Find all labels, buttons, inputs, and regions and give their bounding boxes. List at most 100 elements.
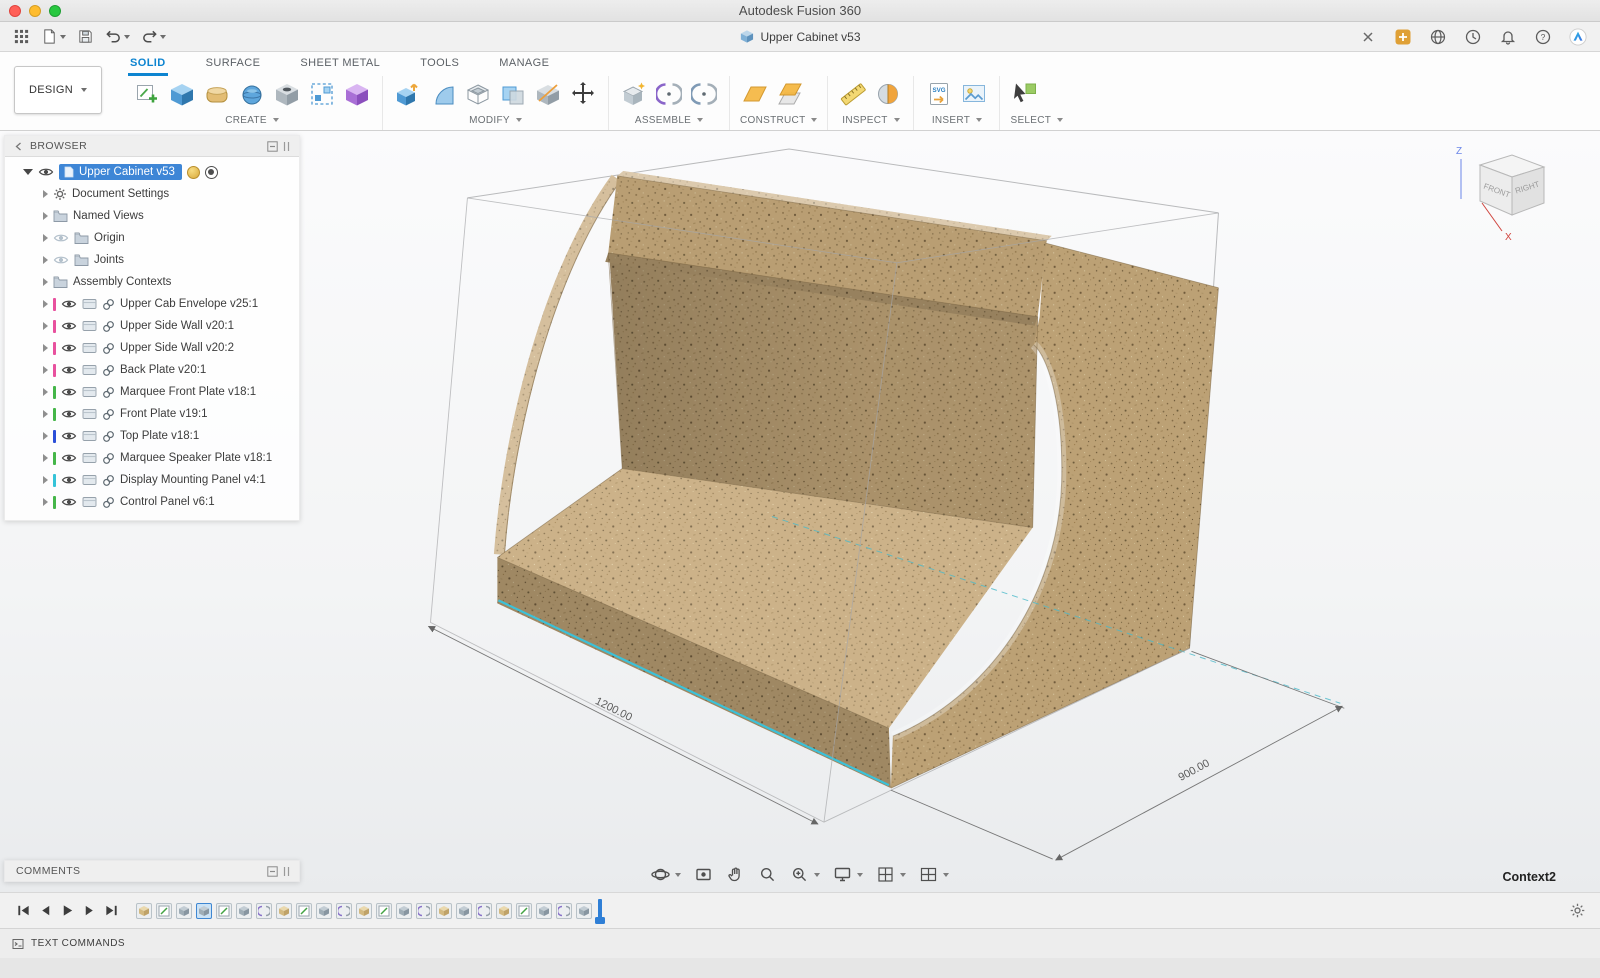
- construction-plane-button[interactable]: [740, 79, 770, 109]
- expand-caret-icon[interactable]: [43, 256, 48, 264]
- viewports-button[interactable]: [919, 865, 949, 884]
- timeline-feature-17-feature[interactable]: [456, 903, 472, 919]
- browser-item-control-panel-v6-1[interactable]: Control Panel v6:1: [5, 491, 299, 513]
- expand-caret-icon[interactable]: [43, 410, 48, 418]
- appbar-notifications-button[interactable]: [1496, 26, 1520, 48]
- model-cabinet[interactable]: [497, 171, 1340, 788]
- timeline-feature-3-feature[interactable]: [176, 903, 192, 919]
- appbar-help-button[interactable]: ?: [1531, 26, 1555, 48]
- fit-button[interactable]: [790, 865, 820, 884]
- visibility-eye-icon[interactable]: [61, 364, 77, 376]
- timeline-feature-5-sketch[interactable]: [216, 903, 232, 919]
- timeline-feature-21-feature[interactable]: [536, 903, 552, 919]
- fillet-button[interactable]: [428, 79, 458, 109]
- create-form-button[interactable]: [202, 79, 232, 109]
- minimize-window-button[interactable]: [29, 5, 41, 17]
- expand-caret-icon[interactable]: [43, 388, 48, 396]
- timeline-feature-15-joint[interactable]: [416, 903, 432, 919]
- view-cube[interactable]: Z FRONT RIGHT X: [1450, 141, 1562, 245]
- timeline-feature-7-joint[interactable]: [256, 903, 272, 919]
- as-built-joint-button[interactable]: [689, 79, 719, 109]
- visibility-eye-icon[interactable]: [61, 408, 77, 420]
- timeline-feature-22-joint[interactable]: [556, 903, 572, 919]
- zoom-window-button[interactable]: [49, 5, 61, 17]
- group-label-assemble[interactable]: ASSEMBLE: [619, 112, 719, 128]
- timeline-feature-6-feature[interactable]: [236, 903, 252, 919]
- split-body-button[interactable]: [533, 79, 563, 109]
- timeline-step-back-button[interactable]: [34, 900, 56, 922]
- group-label-modify[interactable]: MODIFY: [393, 112, 598, 128]
- extrude-button[interactable]: [167, 79, 197, 109]
- timeline-step-forward-button[interactable]: [78, 900, 100, 922]
- browser-item-display-mounting-panel-v4-1[interactable]: Display Mounting Panel v4:1: [5, 469, 299, 491]
- tab-sheet-metal[interactable]: SHEET METAL: [298, 57, 382, 76]
- press-pull-button[interactable]: [393, 79, 423, 109]
- visibility-eye-icon[interactable]: [61, 320, 77, 332]
- zoom-button[interactable]: [758, 865, 777, 884]
- browser-item-origin[interactable]: Origin: [5, 227, 299, 249]
- tab-tools[interactable]: TOOLS: [418, 57, 461, 76]
- appbar-job-status-button[interactable]: [1461, 26, 1485, 48]
- move-copy-button[interactable]: [568, 79, 598, 109]
- joint-button[interactable]: [654, 79, 684, 109]
- expand-caret-icon[interactable]: [43, 190, 48, 198]
- browser-item-upper-side-wall-v20-1[interactable]: Upper Side Wall v20:1: [5, 315, 299, 337]
- new-component-button[interactable]: [619, 79, 649, 109]
- timeline-feature-13-sketch[interactable]: [376, 903, 392, 919]
- qat-file-menu-button[interactable]: [38, 26, 69, 47]
- timeline-feature-4-feature[interactable]: [196, 903, 212, 919]
- revolve-button[interactable]: [237, 79, 267, 109]
- timeline-feature-8-component[interactable]: [276, 903, 292, 919]
- browser-root-item[interactable]: Upper Cabinet v53: [5, 161, 299, 183]
- browser-item-marquee-front-plate-v18-1[interactable]: Marquee Front Plate v18:1: [5, 381, 299, 403]
- offset-plane-button[interactable]: [775, 79, 805, 109]
- visibility-eye-icon[interactable]: [61, 452, 77, 464]
- appbar-profile-button[interactable]: [1566, 26, 1590, 48]
- timeline-feature-20-sketch[interactable]: [516, 903, 532, 919]
- browser-item-document-settings[interactable]: Document Settings: [5, 183, 299, 205]
- qat-save-button[interactable]: [74, 26, 97, 47]
- browser-item-assembly-contexts[interactable]: Assembly Contexts: [5, 271, 299, 293]
- timeline-feature-10-feature[interactable]: [316, 903, 332, 919]
- activate-component-radio[interactable]: [205, 166, 218, 179]
- active-document-pill[interactable]: Upper Cabinet v53: [59, 164, 182, 180]
- timeline-feature-11-joint[interactable]: [336, 903, 352, 919]
- timeline-position-marker[interactable]: [598, 899, 602, 923]
- document-tab[interactable]: Upper Cabinet v53: [739, 22, 860, 51]
- group-label-select[interactable]: SELECT: [1010, 112, 1063, 128]
- group-label-construct[interactable]: CONSTRUCT: [740, 112, 817, 128]
- comments-panel[interactable]: COMMENTS: [4, 860, 300, 882]
- browser-item-front-plate-v19-1[interactable]: Front Plate v19:1: [5, 403, 299, 425]
- timeline-feature-1-component[interactable]: [136, 903, 152, 919]
- browser-item-upper-side-wall-v20-2[interactable]: Upper Side Wall v20:2: [5, 337, 299, 359]
- browser-item-top-plate-v18-1[interactable]: Top Plate v18:1: [5, 425, 299, 447]
- timeline-skip-end-button[interactable]: [100, 900, 122, 922]
- dimension-width-label[interactable]: 1200.00: [593, 695, 634, 724]
- collapse-browser-icon[interactable]: [11, 139, 25, 153]
- visibility-eye-icon[interactable]: [61, 496, 77, 508]
- group-label-create[interactable]: CREATE: [132, 112, 372, 128]
- group-label-insert[interactable]: INSERT: [924, 112, 989, 128]
- close-window-button[interactable]: [9, 5, 21, 17]
- rectangular-pattern-button[interactable]: [307, 79, 337, 109]
- tab-solid[interactable]: SOLID: [128, 57, 168, 76]
- canvas-button[interactable]: [959, 79, 989, 109]
- browser-item-joints[interactable]: Joints: [5, 249, 299, 271]
- visibility-eye-icon[interactable]: [61, 430, 77, 442]
- select-button[interactable]: [1010, 79, 1040, 109]
- browser-item-marquee-speaker-plate-v18-1[interactable]: Marquee Speaker Plate v18:1: [5, 447, 299, 469]
- browser-item-named-views[interactable]: Named Views: [5, 205, 299, 227]
- tab-manage[interactable]: MANAGE: [497, 57, 551, 76]
- timeline-feature-12-component[interactable]: [356, 903, 372, 919]
- display-settings-button[interactable]: [833, 865, 863, 884]
- visibility-eye-icon[interactable]: [61, 342, 77, 354]
- comments-minimize-icon[interactable]: [265, 864, 279, 878]
- orbit-button[interactable]: [651, 865, 681, 884]
- browser-dock-icon[interactable]: [279, 139, 293, 153]
- timeline-feature-18-joint[interactable]: [476, 903, 492, 919]
- visibility-eye-icon[interactable]: [61, 298, 77, 310]
- workspace-selector[interactable]: DESIGN: [14, 66, 102, 114]
- dimension-depth-label[interactable]: 900.00: [1176, 757, 1211, 783]
- insert-svg-button[interactable]: SVG: [924, 79, 954, 109]
- timeline-feature-19-component[interactable]: [496, 903, 512, 919]
